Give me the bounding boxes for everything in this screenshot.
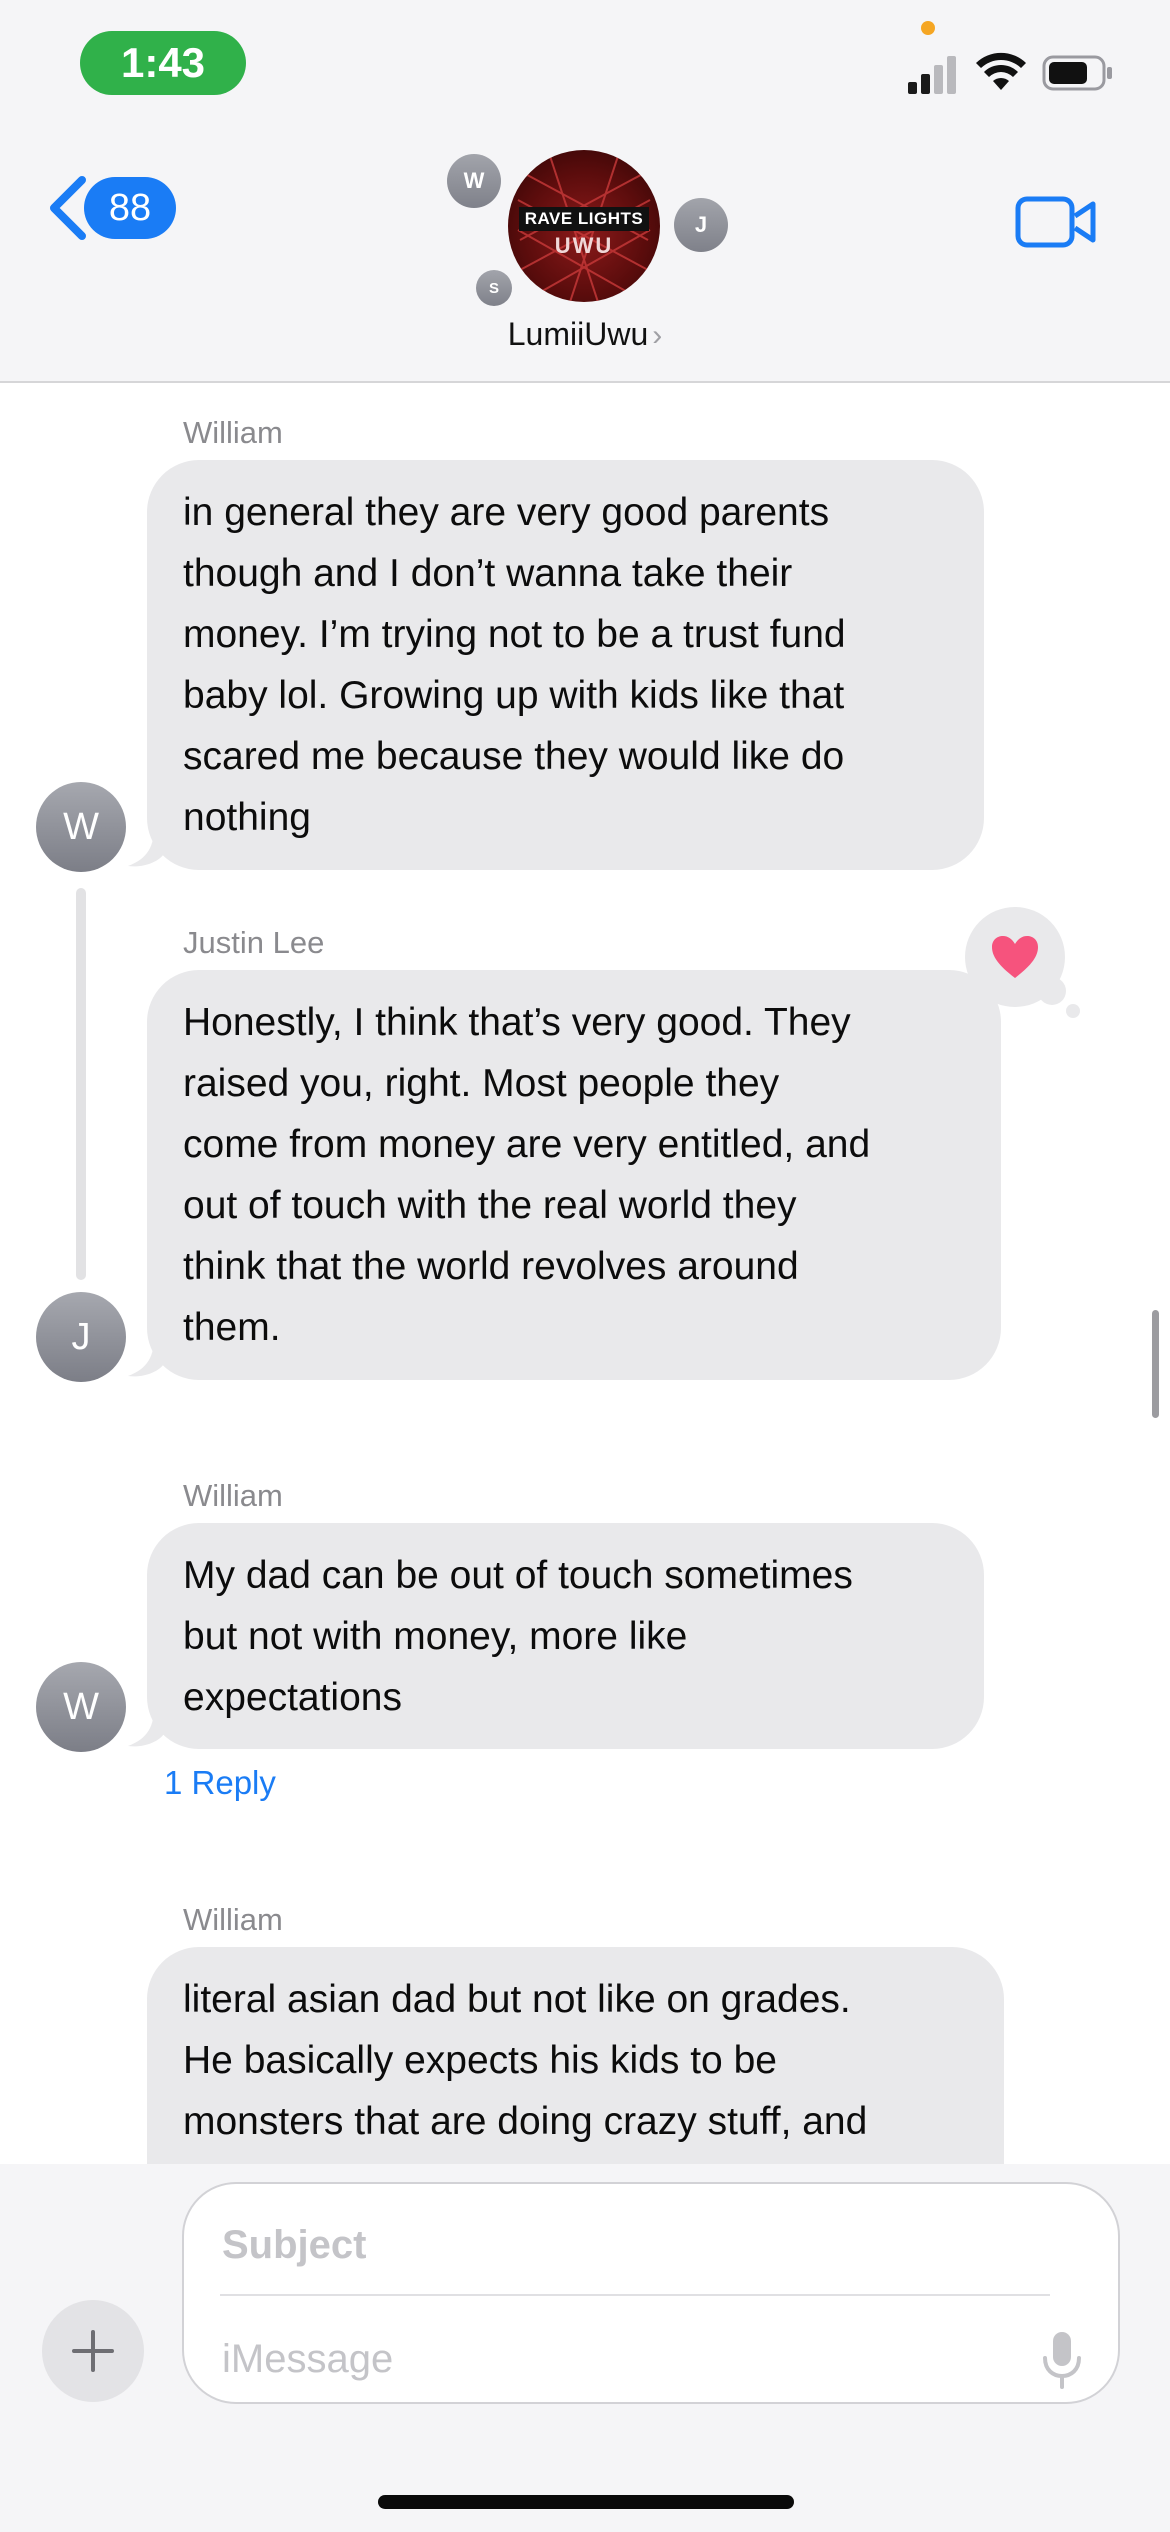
group-name-button[interactable]: LumiiUwu › (0, 316, 1170, 353)
signal-icon (908, 54, 958, 94)
unread-count-badge: 88 (84, 177, 176, 239)
group-avatar[interactable]: RAVE LIGHTS UWU (508, 150, 660, 302)
bubble-tail (128, 828, 164, 867)
group-avatar-text-1: RAVE LIGHTS (518, 207, 650, 231)
message-bubble[interactable]: in general they are very good parents th… (147, 460, 984, 870)
sender-name: William (183, 415, 283, 450)
wifi-icon (976, 52, 1026, 90)
sender-name: William (183, 1478, 283, 1513)
compose-bar (0, 2164, 1170, 2532)
back-button[interactable]: 88 (46, 176, 176, 240)
message-bubble[interactable]: My dad can be out of touch sometimes but… (147, 1523, 984, 1749)
member-avatar-w: W (447, 154, 501, 208)
video-camera-icon[interactable] (1015, 194, 1097, 250)
compose-divider (220, 2294, 1050, 2296)
conversation-header: 88 W J S RAVE LIGHTS UWU LumiiUwu › (0, 130, 1170, 383)
heart-icon (992, 936, 1038, 978)
member-avatar-s: S (476, 270, 512, 306)
chevron-right-icon: › (652, 319, 663, 352)
sender-name: William (183, 1902, 283, 1937)
bubble-tail (128, 1708, 164, 1747)
reaction-tail-dot (1066, 1004, 1080, 1018)
status-bar: 1:43 (0, 0, 1170, 130)
back-chevron-icon (50, 176, 86, 240)
bubble-tail (128, 1338, 164, 1377)
reaction-tail-dot (1038, 977, 1066, 1005)
home-indicator[interactable] (378, 2495, 794, 2509)
replies-link[interactable]: 1 Reply (164, 1764, 276, 1802)
message-input[interactable] (220, 2320, 1004, 2398)
compose-field (182, 2182, 1120, 2404)
battery-icon (1042, 55, 1112, 91)
plus-icon (72, 2330, 114, 2372)
group-avatar-text-2: UWU (554, 233, 614, 258)
member-avatar-j: J (674, 198, 728, 252)
privacy-indicator-dot (921, 21, 935, 35)
sender-avatar[interactable]: W (36, 1662, 126, 1752)
status-time: 1:43 (80, 31, 246, 95)
thread-line (76, 888, 86, 1280)
group-name: LumiiUwu (507, 316, 649, 352)
sender-name: Justin Lee (183, 925, 325, 960)
scroll-indicator[interactable] (1152, 1310, 1159, 1418)
sender-avatar[interactable]: W (36, 782, 126, 872)
microphone-icon[interactable] (1040, 2330, 1084, 2390)
add-attachment-button[interactable] (42, 2300, 144, 2402)
subject-input[interactable] (220, 2206, 1054, 2284)
sender-avatar[interactable]: J (36, 1292, 126, 1382)
message-bubble[interactable]: Honestly, I think that’s very good. They… (147, 970, 1001, 1380)
